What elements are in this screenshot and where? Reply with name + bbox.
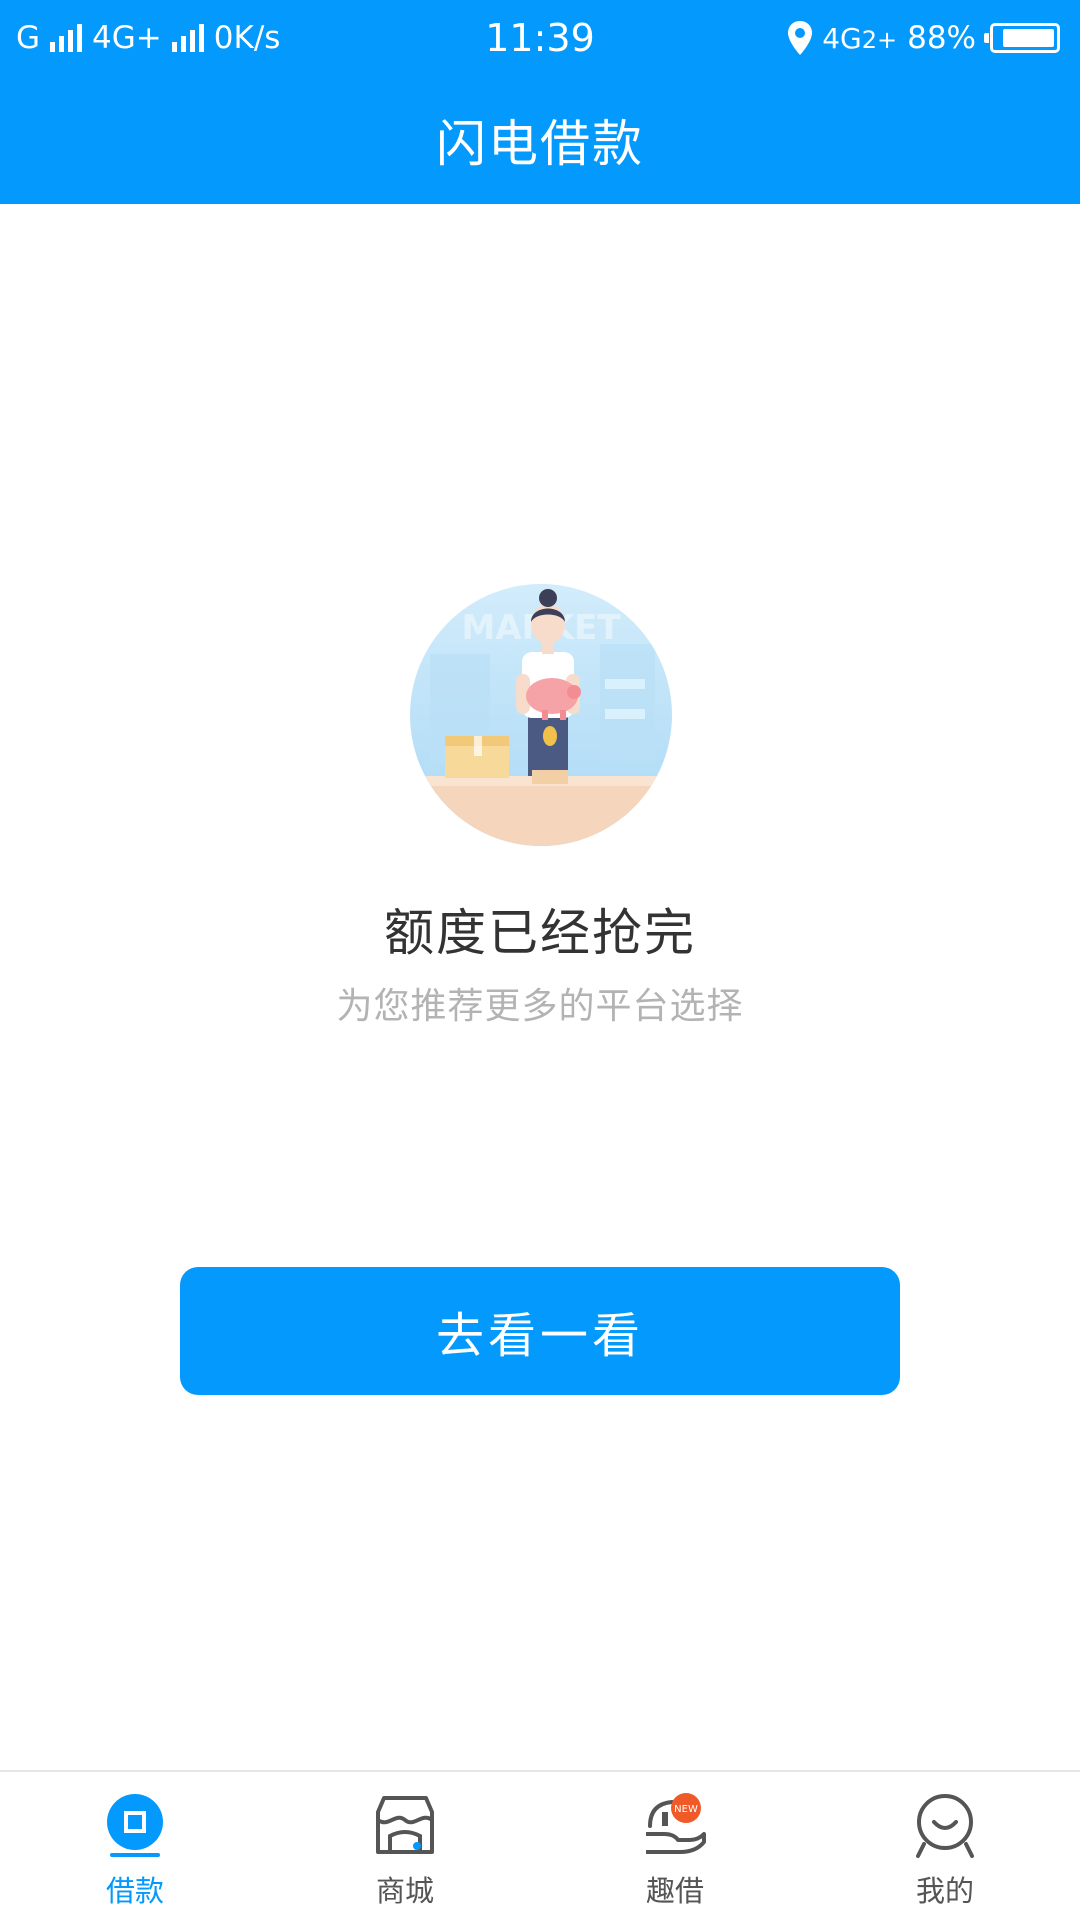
header: 闪电借款 [0, 76, 1080, 204]
go-look-button[interactable]: 去看一看 [180, 1267, 900, 1395]
network-label: 4G [822, 21, 862, 55]
location-icon [788, 21, 813, 55]
nav-item-loan[interactable]: 借款 [0, 1772, 270, 1920]
hand-new-icon: NEW [640, 1790, 710, 1860]
nav-label-mine: 我的 [915, 1874, 974, 1908]
bottom-nav: 借款 商城 NEW 趣借 我的 [0, 1770, 1080, 1920]
profile-icon [910, 1790, 980, 1860]
battery-fill [1003, 29, 1054, 47]
quota-exhausted-title: 额度已经抢完 [384, 904, 696, 962]
nav-item-qujie[interactable]: NEW 趣借 [540, 1772, 810, 1920]
recommendation-subtitle: 为您推荐更多的平台选择 [336, 986, 744, 1027]
loan-icon [100, 1790, 170, 1860]
page-title: 闪电借款 [436, 115, 644, 173]
status-bar: G 4G+ 0K/s 11:39 4G2+ 88% [0, 0, 1080, 76]
market-illustration: MARKET [410, 584, 672, 846]
nav-label-loan: 借款 [105, 1874, 164, 1908]
network-sub-label: 2+ [861, 25, 898, 54]
nav-item-mine[interactable]: 我的 [810, 1772, 1080, 1920]
status-right: 4G2+ 88% [788, 0, 1060, 76]
battery-percent: 88% [907, 20, 976, 56]
new-badge-text: NEW [674, 1804, 698, 1815]
nav-label-store: 商城 [375, 1874, 434, 1908]
network-type: 4G2+ [822, 22, 897, 55]
market-woman-piggy-bank-illustration: MARKET [410, 584, 672, 846]
nav-label-qujie: 趣借 [645, 1874, 704, 1908]
nav-item-store[interactable]: 商城 [270, 1772, 540, 1920]
store-icon [370, 1790, 440, 1860]
app-screen: G 4G+ 0K/s 11:39 4G2+ 88% 闪电借款 额度已经抢完 为您… [0, 0, 1080, 1920]
battery-icon [984, 23, 1060, 53]
